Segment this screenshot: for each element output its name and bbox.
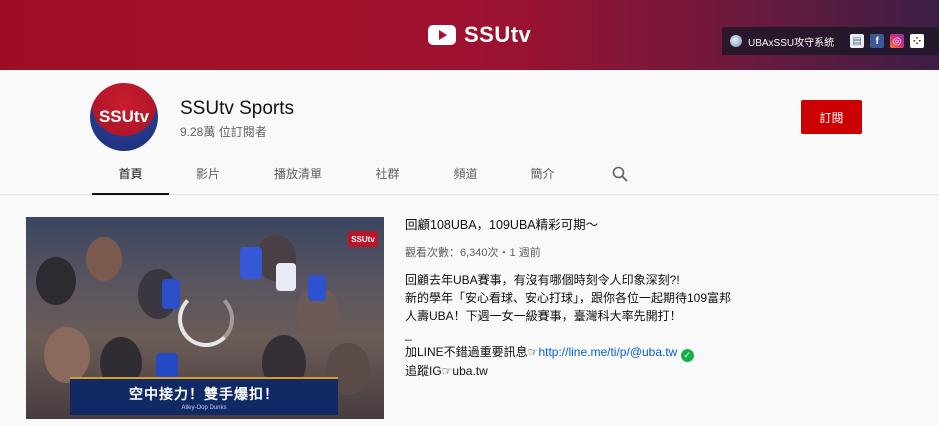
description-line-link: 加LINE不錯過重要訊息☞http://line.me/ti/p/@uba.tw… [405, 343, 885, 362]
featured-video-meta: 觀看次數：6,340次・1 週前 [405, 247, 541, 259]
more-apps-icon[interactable]: ⁘ [910, 34, 925, 48]
description-line: _ [405, 327, 412, 341]
channel-avatar[interactable]: SSUtv [90, 83, 158, 151]
featured-video-player[interactable]: SSUtv 空中接力！雙手爆扣！ Alley-Oop Dunks [26, 217, 384, 419]
search-icon[interactable] [612, 166, 628, 182]
youtube-play-icon [428, 25, 456, 45]
channel-header: SSUtv SSUtv Sports 9.28萬 位訂閱者 訂閱 首頁 影片 播… [0, 70, 939, 195]
tab-about[interactable]: 簡介 [505, 158, 580, 195]
tab-playlists[interactable]: 播放清單 [247, 158, 349, 195]
uba-globe-icon[interactable] [730, 35, 742, 47]
channel-name: SSUtv Sports [180, 98, 295, 119]
tab-videos[interactable]: 影片 [169, 158, 247, 195]
banner-logo: SSUtv [428, 22, 531, 48]
facebook-icon[interactable]: f [870, 34, 885, 48]
loading-spinner-icon [178, 291, 234, 347]
instagram-icon[interactable]: ◎ [890, 34, 905, 48]
tab-home[interactable]: 首頁 [92, 158, 169, 195]
banner-title: SSUtv [464, 22, 532, 47]
description-line: 人壽UBA！下週一女一級賽事，臺灣科大率先開打！ [405, 309, 682, 323]
line-link[interactable]: http://line.me/ti/p/@uba.tw [538, 345, 677, 359]
description-line: 新的學年「安心看球、安心打球」，跟你各位一起期待109富邦 [405, 291, 732, 305]
channel-banner: SSUtv UBAxSSU攻守系統 ▤ f ◎ ⁘ [0, 0, 939, 70]
avatar-text: SSUtv [98, 107, 150, 126]
caption-sub-text: Alley-Oop Dunks [181, 404, 227, 411]
thumbnail-logo: SSUtv [348, 231, 378, 247]
subscriber-count: 9.28萬 位訂閱者 [180, 125, 267, 139]
caption-main-text: 空中接力！雙手爆扣！ [129, 385, 279, 402]
document-icon[interactable]: ▤ [850, 34, 865, 48]
tab-community[interactable]: 社群 [349, 158, 426, 195]
description-ig-line: 追蹤IG☞uba.tw [405, 364, 488, 378]
banner-link-uba[interactable]: UBAxSSU攻守系統 [748, 34, 834, 49]
tab-channels[interactable]: 頻道 [426, 158, 505, 195]
description-line: 回顧去年UBA賽事，有沒有哪個時刻令人印象深刻?! [405, 273, 680, 287]
line-prefix-text: 加LINE不錯過重要訊息☞ [405, 345, 539, 359]
channel-tabs: 首頁 影片 播放清單 社群 頻道 簡介 [92, 158, 580, 195]
featured-video-title[interactable]: 回顧108UBA，109UBA精彩可期～ [405, 214, 598, 233]
featured-section: SSUtv 空中接力！雙手爆扣！ Alley-Oop Dunks 回顧108UB… [0, 196, 939, 426]
check-icon: ✓ [680, 349, 694, 362]
subscribe-button[interactable]: 訂閱 [801, 100, 862, 134]
thumbnail-caption: 空中接力！雙手爆扣！ Alley-Oop Dunks [70, 377, 338, 415]
banner-links: UBAxSSU攻守系統 ▤ f ◎ ⁘ [722, 27, 939, 55]
featured-video-description: 回顧去年UBA賽事，有沒有哪個時刻令人印象深刻?! 新的學年「安心看球、安心打球… [405, 271, 885, 380]
